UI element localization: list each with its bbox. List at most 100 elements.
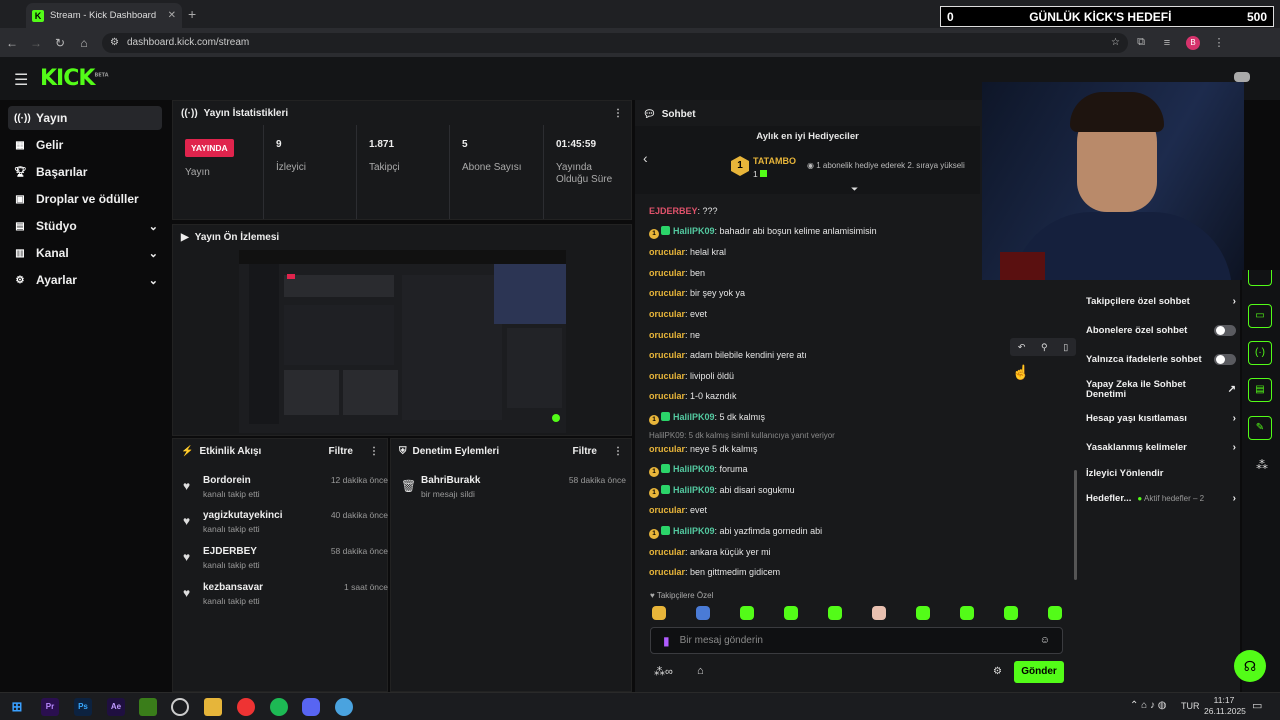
bookmark-star-icon[interactable]: ☆ — [1111, 37, 1120, 48]
clock[interactable]: 11:17 26.11.2025 — [1204, 695, 1246, 717]
chat-username[interactable]: orucular — [649, 309, 685, 319]
setting-ai-moderation[interactable]: Yapay Zeka ile Sohbet Denetimi ↗ — [1086, 380, 1236, 400]
media-icon[interactable]: ≡ — [1154, 37, 1180, 49]
emote-icon[interactable] — [872, 606, 886, 620]
support-icon[interactable]: ☊ — [1234, 650, 1266, 682]
reload-icon[interactable]: ↻ — [48, 36, 72, 50]
tray-icons[interactable]: ⌃ ⌂ ♪ ◍ — [1130, 700, 1166, 711]
setting-account-age[interactable]: Hesap yaşı kısıtlaması › — [1086, 413, 1236, 424]
close-tab-icon[interactable]: ✕ — [168, 10, 176, 21]
windows-start-icon[interactable]: ⊞ — [8, 698, 26, 716]
chat-username[interactable]: orucular — [649, 247, 685, 257]
send-button[interactable]: Gönder — [1014, 661, 1064, 683]
mic-icon[interactable]: ▮ — [663, 634, 670, 648]
after-effects-icon[interactable]: Ae — [107, 698, 125, 716]
chat-username[interactable]: orucular — [649, 288, 685, 298]
filter-button[interactable]: Filtre — [573, 446, 597, 457]
premiere-icon[interactable]: Pr — [41, 698, 59, 716]
obs-icon[interactable] — [171, 698, 189, 716]
network-app-icon[interactable] — [335, 698, 353, 716]
more-options-icon[interactable]: ⋮ — [369, 446, 379, 457]
toggle-switch[interactable] — [1214, 354, 1236, 365]
emoji-icon[interactable]: ☺ — [1040, 635, 1050, 646]
sidebar-item-ayarlar[interactable]: ⚙ Ayarlar ⌄ — [8, 268, 162, 292]
sidebar-item-yayin[interactable]: ((·)) Yayın — [8, 106, 162, 130]
rewards-icon[interactable]: ⁂∞ — [654, 665, 673, 678]
setting-goals[interactable]: Hedefler... ● Aktif hedefler – 2 › — [1086, 493, 1236, 504]
setting-followers-only[interactable]: Takipçilere özel sohbet › — [1086, 296, 1236, 307]
sidebar-item-gelir[interactable]: ▦ Gelir — [8, 133, 162, 157]
address-bar[interactable]: ⚙ dashboard.kick.com/stream ☆ — [102, 32, 1128, 53]
chat-message[interactable]: 1 HalilPK09: abi disari sogukmu — [649, 485, 795, 498]
chat-message[interactable]: orucular: ben — [649, 268, 705, 278]
language-indicator[interactable]: TUR — [1181, 701, 1200, 711]
chat-username[interactable]: orucular — [649, 547, 685, 557]
chat-username[interactable]: orucular — [649, 444, 685, 454]
emote-icon[interactable] — [696, 606, 710, 620]
sidebar-item-droplar[interactable]: ▣ Droplar ve ödüller — [8, 187, 162, 211]
chat-message[interactable]: orucular: evet — [649, 309, 707, 319]
chat-settings-icon[interactable]: ⚙ — [993, 666, 1002, 677]
chat-username[interactable]: orucular — [649, 268, 685, 278]
kick-logo[interactable]: KICKBETA — [40, 66, 109, 91]
folder-icon[interactable] — [204, 698, 222, 716]
home-icon[interactable]: ⌂ — [72, 36, 96, 50]
new-tab-icon[interactable]: + — [188, 6, 196, 22]
chat-username[interactable]: orucular — [649, 505, 685, 515]
reply-icon[interactable]: ↶ — [1018, 342, 1026, 353]
emote-icon[interactable] — [960, 606, 974, 620]
chat-message[interactable]: orucular: ankara küçük yer mi — [649, 547, 771, 557]
chat-input[interactable]: ▮ Bir mesaj gönderin ☺ — [650, 627, 1063, 654]
setting-banned-words[interactable]: Yasaklanmış kelimeler › — [1086, 442, 1236, 453]
setting-subscribers-only[interactable]: Abonelere özel sohbet — [1086, 325, 1236, 336]
browser-tab[interactable]: K Stream - Kick Dashboard ✕ — [26, 3, 182, 28]
photoshop-icon[interactable]: Ps — [74, 698, 92, 716]
broadcast-icon[interactable]: (·) — [1248, 341, 1272, 365]
chat-username[interactable]: HalilPK09 — [673, 526, 715, 536]
emote-icon[interactable] — [828, 606, 842, 620]
chat-message[interactable]: EJDERBEY: ??? — [649, 206, 718, 216]
filter-button[interactable]: Filtre — [329, 446, 353, 457]
setting-emote-only[interactable]: Yalnızca ifadelerle sohbet — [1086, 354, 1236, 365]
user-name[interactable]: yagizkutayekinci — [203, 510, 282, 521]
chat-message[interactable]: orucular: neye 5 dk kalmış — [649, 444, 758, 454]
user-name[interactable]: kezbansavar — [203, 582, 263, 593]
chat-username[interactable]: HalilPK09 — [673, 464, 715, 474]
chat-message[interactable]: orucular: helal kral — [649, 247, 726, 257]
stream-preview-video[interactable] — [239, 250, 566, 433]
store-icon[interactable]: ⌂ — [697, 665, 704, 677]
more-options-icon[interactable]: ⋮ — [613, 108, 623, 119]
chat-message[interactable]: orucular: 1-0 kazndık — [649, 391, 737, 401]
chat-username[interactable]: EJDERBEY — [649, 206, 698, 216]
chat-message[interactable]: orucular: ne — [649, 330, 700, 340]
rail-button[interactable] — [1248, 270, 1272, 286]
discord-icon[interactable] — [302, 698, 320, 716]
minecraft-icon[interactable] — [139, 698, 157, 716]
emote-icon[interactable] — [652, 606, 666, 620]
chat-username[interactable]: HalilPK09 — [673, 226, 715, 236]
emote-icon[interactable] — [784, 606, 798, 620]
setting-raid[interactable]: İzleyici Yönlendir — [1086, 468, 1236, 479]
spotify-icon[interactable] — [270, 698, 288, 716]
user-name[interactable]: Bordorein — [203, 475, 251, 486]
trash-icon[interactable]: ▯ — [1063, 342, 1068, 353]
chat-message[interactable]: 1 HalilPK09: bahadır abi boşun kelime anl… — [649, 226, 877, 239]
chat-username[interactable]: HalilPK09 — [673, 485, 715, 495]
forward-icon[interactable]: → — [24, 36, 48, 50]
expand-icon[interactable]: ⏷ — [851, 184, 858, 195]
back-icon[interactable]: ← — [0, 36, 24, 50]
chat-message[interactable]: orucular: adam bilebile kendini yere atı — [649, 350, 807, 360]
sidebar-item-studyo[interactable]: ▤ Stüdyo ⌄ — [8, 214, 162, 238]
wrench-icon[interactable]: ✎ — [1248, 416, 1272, 440]
avatar[interactable] — [1234, 72, 1250, 82]
chevron-left-icon[interactable]: ‹ — [643, 150, 648, 166]
chat-message[interactable]: 1 HalilPK09: foruma — [649, 464, 748, 477]
chat-message[interactable]: 1 HalilPK09: 5 dk kalmış — [649, 412, 765, 425]
user-name[interactable]: BahriBurakk — [421, 475, 480, 486]
chat-username[interactable]: orucular — [649, 330, 685, 340]
chat-username[interactable]: HalilPK09 — [673, 412, 715, 422]
emote-icon[interactable] — [1048, 606, 1062, 620]
emote-icon[interactable] — [916, 606, 930, 620]
chat-username[interactable]: orucular — [649, 567, 685, 577]
sidebar-item-kanal[interactable]: ▥ Kanal ⌄ — [8, 241, 162, 265]
